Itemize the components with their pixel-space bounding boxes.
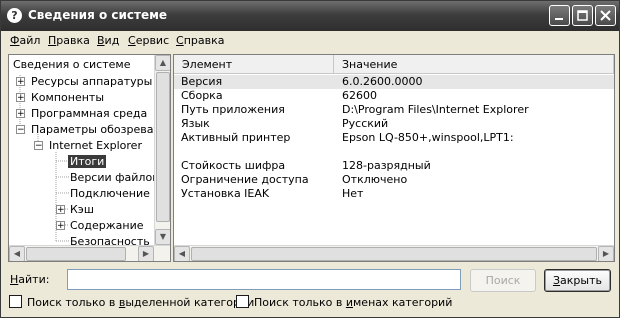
menu-edit[interactable]: Правка xyxy=(48,34,90,47)
menu-file[interactable]: Файл xyxy=(10,34,40,47)
minimize-button[interactable] xyxy=(549,5,570,26)
cell-value: 6.0.2600.0000 xyxy=(342,75,423,88)
expand-icon[interactable]: + xyxy=(16,77,25,87)
menu-view[interactable]: Вид xyxy=(97,34,119,47)
expand-icon[interactable]: + xyxy=(16,109,25,119)
search-selected-category-option[interactable]: Поиск только в выделенной категории xyxy=(9,295,254,309)
menu-bar: Файл Правка Вид Сервис Справка xyxy=(1,31,619,51)
column-header-value[interactable]: Значение xyxy=(334,55,614,74)
cell-item: Путь приложения xyxy=(181,103,285,116)
help-question-icon: ? xyxy=(7,8,22,23)
tree-vertical-scrollbar[interactable]: ▲ ▼ xyxy=(154,55,170,245)
scroll-right-icon[interactable]: ▶ xyxy=(138,246,154,261)
system-info-window: ? Сведения о системе Файл Правка Вид Сер… xyxy=(0,0,620,318)
tree-item-software[interactable]: Программная среда xyxy=(31,106,147,121)
scroll-right-icon[interactable]: ▶ xyxy=(598,246,614,261)
tree-item-summary[interactable]: Итоги xyxy=(68,155,107,168)
scroll-left-icon[interactable]: ◀ xyxy=(9,246,25,261)
expand-icon[interactable]: + xyxy=(56,221,65,231)
cell-value: Нет xyxy=(342,187,364,200)
cell-value: Отключено xyxy=(342,173,408,186)
close-window-button[interactable] xyxy=(595,5,616,26)
collapse-icon[interactable]: − xyxy=(16,125,25,135)
menu-help[interactable]: Справка xyxy=(176,34,224,47)
tree-item-browser-settings[interactable]: Параметры обозревате xyxy=(31,122,167,137)
cell-value: 62600 xyxy=(342,89,377,102)
search-button[interactable]: Поиск xyxy=(470,269,536,292)
tree-item-connection[interactable]: Подключение xyxy=(70,186,150,201)
cell-item: Сборка xyxy=(181,89,223,102)
find-label: Найти: xyxy=(10,273,50,286)
close-button[interactable]: Закрыть xyxy=(544,269,611,292)
scroll-thumb[interactable] xyxy=(26,247,126,261)
collapse-icon[interactable]: − xyxy=(34,141,43,151)
details-list[interactable]: Элемент Значение Версия 6.0.2600.0000 Сб… xyxy=(173,54,615,262)
tree-item-cache[interactable]: Кэш xyxy=(70,202,94,217)
window-title: Сведения о системе xyxy=(28,8,168,22)
category-tree[interactable]: Сведения о системе + Ресурсы аппаратуры … xyxy=(8,54,171,262)
details-horizontal-scrollbar[interactable]: ◀ ▶ xyxy=(174,245,614,261)
checkbox[interactable] xyxy=(236,295,249,308)
tree-item-internet-explorer[interactable]: Internet Explorer xyxy=(49,138,142,153)
cell-value: D:\Program Files\Internet Explorer xyxy=(342,103,529,116)
scroll-left-icon[interactable]: ◀ xyxy=(174,246,190,261)
cell-item: Ограничение доступа xyxy=(181,173,309,186)
tree-item-hardware[interactable]: Ресурсы аппаратуры xyxy=(31,74,152,89)
cell-item: Язык xyxy=(181,117,210,130)
search-category-names-option[interactable]: Поиск только в именах категорий xyxy=(236,295,452,309)
tree-item-components[interactable]: Компоненты xyxy=(31,90,104,105)
tree-item-content[interactable]: Содержание xyxy=(70,218,144,233)
maximize-button[interactable] xyxy=(572,5,593,26)
find-input[interactable] xyxy=(67,269,461,290)
scroll-thumb[interactable] xyxy=(191,247,597,261)
title-bar[interactable]: ? Сведения о системе xyxy=(1,1,619,31)
scroll-up-icon[interactable]: ▲ xyxy=(155,55,170,71)
scroll-thumb[interactable] xyxy=(156,72,170,222)
checkbox[interactable] xyxy=(9,295,22,308)
cell-item: Стойкость шифра xyxy=(181,159,286,172)
cell-item: Установка IEAK xyxy=(181,187,270,200)
menu-tools[interactable]: Сервис xyxy=(128,34,169,47)
expand-icon[interactable]: + xyxy=(56,205,65,215)
expand-icon[interactable]: + xyxy=(16,93,25,103)
tree-item-file-versions[interactable]: Версии файлов xyxy=(70,170,159,185)
cell-item: Активный принтер xyxy=(181,131,291,144)
scroll-down-icon[interactable]: ▼ xyxy=(155,229,170,245)
tree-root[interactable]: Сведения о системе xyxy=(13,57,130,72)
cell-item: Версия xyxy=(181,75,223,88)
cell-value: Русский xyxy=(342,117,389,130)
cell-value: 128-разрядный xyxy=(342,159,431,172)
cell-value: Epson LQ-850+,winspool,LPT1: xyxy=(342,131,514,144)
tree-horizontal-scrollbar[interactable]: ◀ ▶ xyxy=(9,245,170,261)
column-header-item[interactable]: Элемент xyxy=(174,55,334,74)
